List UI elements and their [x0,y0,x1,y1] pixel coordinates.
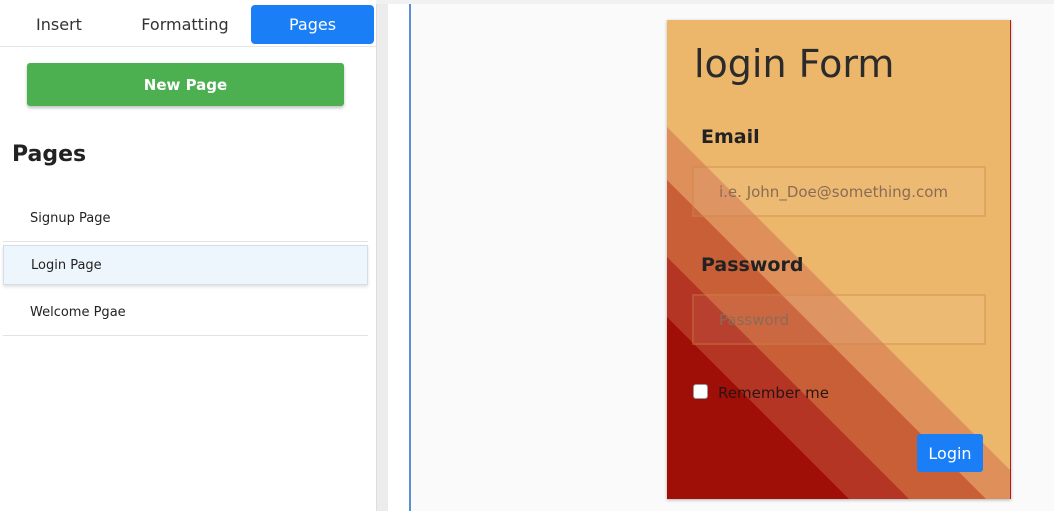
email-input[interactable] [692,166,986,217]
remember-me-label: Remember me [718,384,829,402]
page-item-login[interactable]: Login Page [3,245,368,285]
tab-pages[interactable]: Pages [251,5,374,44]
tab-insert[interactable]: Insert [0,5,118,44]
left-panel: Insert Formatting Pages New Page Pages S… [0,0,376,511]
password-label: Password [701,254,804,276]
remember-me-checkbox[interactable] [693,384,708,399]
new-page-button[interactable]: New Page [27,63,344,106]
pages-heading: Pages [12,142,87,167]
password-input[interactable] [692,294,986,345]
canvas-edge-line [409,4,411,511]
page-item-signup[interactable]: Signup Page [3,196,368,242]
login-button[interactable]: Login [917,434,983,472]
login-form-card[interactable]: login Form Email Password Remember me Lo… [667,20,1011,499]
tab-formatting[interactable]: Formatting [122,5,248,44]
email-label: Email [701,126,760,148]
form-title: login Form [694,42,895,86]
panel-resize-handle[interactable] [376,4,388,511]
page-item-welcome[interactable]: Welcome Pgae [3,290,368,336]
tab-bar: Insert Formatting Pages [0,5,376,47]
